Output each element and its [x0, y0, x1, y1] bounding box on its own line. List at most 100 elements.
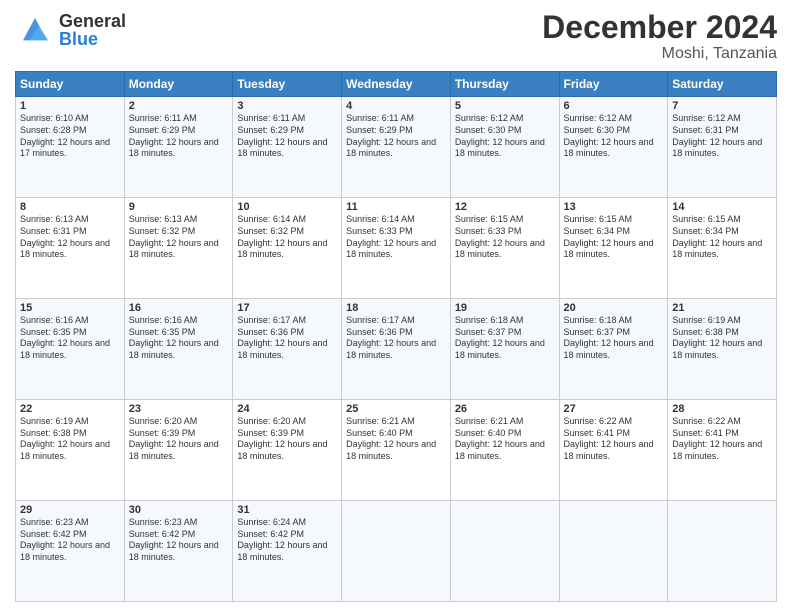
calendar-cell: 12 Sunrise: 6:15 AMSunset: 6:33 PMDaylig… [450, 198, 559, 299]
day-number: 2 [129, 100, 229, 112]
day-info: Sunrise: 6:23 AMSunset: 6:42 PMDaylight:… [20, 517, 110, 562]
weekday-header-monday: Monday [124, 72, 233, 97]
day-number: 13 [564, 201, 664, 213]
calendar-cell: 26 Sunrise: 6:21 AMSunset: 6:40 PMDaylig… [450, 400, 559, 501]
calendar-cell [668, 501, 777, 602]
calendar-cell: 28 Sunrise: 6:22 AMSunset: 6:41 PMDaylig… [668, 400, 777, 501]
calendar-cell: 4 Sunrise: 6:11 AMSunset: 6:29 PMDayligh… [342, 97, 451, 198]
calendar-cell: 1 Sunrise: 6:10 AMSunset: 6:28 PMDayligh… [16, 97, 125, 198]
weekday-header-sunday: Sunday [16, 72, 125, 97]
day-number: 10 [237, 201, 337, 213]
calendar-cell: 17 Sunrise: 6:17 AMSunset: 6:36 PMDaylig… [233, 299, 342, 400]
header: General Blue December 2024 Moshi, Tanzan… [15, 10, 777, 63]
calendar-cell: 11 Sunrise: 6:14 AMSunset: 6:33 PMDaylig… [342, 198, 451, 299]
day-info: Sunrise: 6:17 AMSunset: 6:36 PMDaylight:… [346, 315, 436, 360]
day-number: 17 [237, 302, 337, 314]
calendar-cell [559, 501, 668, 602]
day-number: 8 [20, 201, 120, 213]
calendar-cell: 9 Sunrise: 6:13 AMSunset: 6:32 PMDayligh… [124, 198, 233, 299]
calendar-cell: 7 Sunrise: 6:12 AMSunset: 6:31 PMDayligh… [668, 97, 777, 198]
weekday-header-wednesday: Wednesday [342, 72, 451, 97]
day-info: Sunrise: 6:22 AMSunset: 6:41 PMDaylight:… [564, 416, 654, 461]
calendar-cell: 18 Sunrise: 6:17 AMSunset: 6:36 PMDaylig… [342, 299, 451, 400]
day-info: Sunrise: 6:17 AMSunset: 6:36 PMDaylight:… [237, 315, 327, 360]
calendar-cell: 19 Sunrise: 6:18 AMSunset: 6:37 PMDaylig… [450, 299, 559, 400]
calendar-cell: 31 Sunrise: 6:24 AMSunset: 6:42 PMDaylig… [233, 501, 342, 602]
day-info: Sunrise: 6:14 AMSunset: 6:33 PMDaylight:… [346, 214, 436, 259]
day-info: Sunrise: 6:24 AMSunset: 6:42 PMDaylight:… [237, 517, 327, 562]
calendar-week-row: 8 Sunrise: 6:13 AMSunset: 6:31 PMDayligh… [16, 198, 777, 299]
day-number: 23 [129, 403, 229, 415]
calendar-week-row: 15 Sunrise: 6:16 AMSunset: 6:35 PMDaylig… [16, 299, 777, 400]
logo-general-text: General [59, 12, 126, 30]
day-info: Sunrise: 6:22 AMSunset: 6:41 PMDaylight:… [672, 416, 762, 461]
logo-text: General Blue [59, 12, 126, 48]
calendar-cell: 23 Sunrise: 6:20 AMSunset: 6:39 PMDaylig… [124, 400, 233, 501]
calendar-cell: 30 Sunrise: 6:23 AMSunset: 6:42 PMDaylig… [124, 501, 233, 602]
calendar-header-row: SundayMondayTuesdayWednesdayThursdayFrid… [16, 72, 777, 97]
day-info: Sunrise: 6:11 AMSunset: 6:29 PMDaylight:… [129, 113, 219, 158]
day-info: Sunrise: 6:12 AMSunset: 6:31 PMDaylight:… [672, 113, 762, 158]
logo-blue-text: Blue [59, 30, 126, 48]
day-number: 6 [564, 100, 664, 112]
day-number: 14 [672, 201, 772, 213]
day-info: Sunrise: 6:15 AMSunset: 6:34 PMDaylight:… [564, 214, 654, 259]
day-number: 31 [237, 504, 337, 516]
calendar-cell: 15 Sunrise: 6:16 AMSunset: 6:35 PMDaylig… [16, 299, 125, 400]
day-info: Sunrise: 6:20 AMSunset: 6:39 PMDaylight:… [129, 416, 219, 461]
weekday-header-tuesday: Tuesday [233, 72, 342, 97]
day-number: 4 [346, 100, 446, 112]
calendar-cell: 25 Sunrise: 6:21 AMSunset: 6:40 PMDaylig… [342, 400, 451, 501]
calendar-cell: 5 Sunrise: 6:12 AMSunset: 6:30 PMDayligh… [450, 97, 559, 198]
day-info: Sunrise: 6:14 AMSunset: 6:32 PMDaylight:… [237, 214, 327, 259]
day-number: 18 [346, 302, 446, 314]
day-number: 5 [455, 100, 555, 112]
day-number: 9 [129, 201, 229, 213]
day-number: 1 [20, 100, 120, 112]
day-info: Sunrise: 6:12 AMSunset: 6:30 PMDaylight:… [564, 113, 654, 158]
day-number: 27 [564, 403, 664, 415]
calendar-table: SundayMondayTuesdayWednesdayThursdayFrid… [15, 71, 777, 602]
logo-icon [15, 10, 55, 50]
page: General Blue December 2024 Moshi, Tanzan… [0, 0, 792, 612]
day-info: Sunrise: 6:16 AMSunset: 6:35 PMDaylight:… [129, 315, 219, 360]
day-number: 16 [129, 302, 229, 314]
weekday-header-thursday: Thursday [450, 72, 559, 97]
day-info: Sunrise: 6:16 AMSunset: 6:35 PMDaylight:… [20, 315, 110, 360]
weekday-header-saturday: Saturday [668, 72, 777, 97]
calendar-cell: 14 Sunrise: 6:15 AMSunset: 6:34 PMDaylig… [668, 198, 777, 299]
day-number: 29 [20, 504, 120, 516]
calendar-cell: 22 Sunrise: 6:19 AMSunset: 6:38 PMDaylig… [16, 400, 125, 501]
day-info: Sunrise: 6:10 AMSunset: 6:28 PMDaylight:… [20, 113, 110, 158]
day-info: Sunrise: 6:15 AMSunset: 6:34 PMDaylight:… [672, 214, 762, 259]
calendar-cell [450, 501, 559, 602]
weekday-header-friday: Friday [559, 72, 668, 97]
calendar-cell [342, 501, 451, 602]
day-info: Sunrise: 6:21 AMSunset: 6:40 PMDaylight:… [455, 416, 545, 461]
day-number: 24 [237, 403, 337, 415]
day-info: Sunrise: 6:13 AMSunset: 6:31 PMDaylight:… [20, 214, 110, 259]
calendar-cell: 3 Sunrise: 6:11 AMSunset: 6:29 PMDayligh… [233, 97, 342, 198]
calendar-cell: 6 Sunrise: 6:12 AMSunset: 6:30 PMDayligh… [559, 97, 668, 198]
calendar-cell: 16 Sunrise: 6:16 AMSunset: 6:35 PMDaylig… [124, 299, 233, 400]
day-info: Sunrise: 6:21 AMSunset: 6:40 PMDaylight:… [346, 416, 436, 461]
page-subtitle: Moshi, Tanzania [542, 45, 777, 63]
day-number: 20 [564, 302, 664, 314]
day-number: 28 [672, 403, 772, 415]
day-number: 11 [346, 201, 446, 213]
day-number: 3 [237, 100, 337, 112]
day-number: 26 [455, 403, 555, 415]
calendar-cell: 2 Sunrise: 6:11 AMSunset: 6:29 PMDayligh… [124, 97, 233, 198]
calendar-cell: 20 Sunrise: 6:18 AMSunset: 6:37 PMDaylig… [559, 299, 668, 400]
day-info: Sunrise: 6:12 AMSunset: 6:30 PMDaylight:… [455, 113, 545, 158]
calendar-week-row: 29 Sunrise: 6:23 AMSunset: 6:42 PMDaylig… [16, 501, 777, 602]
logo: General Blue [15, 10, 126, 50]
day-number: 25 [346, 403, 446, 415]
day-number: 22 [20, 403, 120, 415]
day-info: Sunrise: 6:20 AMSunset: 6:39 PMDaylight:… [237, 416, 327, 461]
day-info: Sunrise: 6:23 AMSunset: 6:42 PMDaylight:… [129, 517, 219, 562]
calendar-week-row: 22 Sunrise: 6:19 AMSunset: 6:38 PMDaylig… [16, 400, 777, 501]
day-info: Sunrise: 6:19 AMSunset: 6:38 PMDaylight:… [672, 315, 762, 360]
day-info: Sunrise: 6:19 AMSunset: 6:38 PMDaylight:… [20, 416, 110, 461]
day-number: 7 [672, 100, 772, 112]
